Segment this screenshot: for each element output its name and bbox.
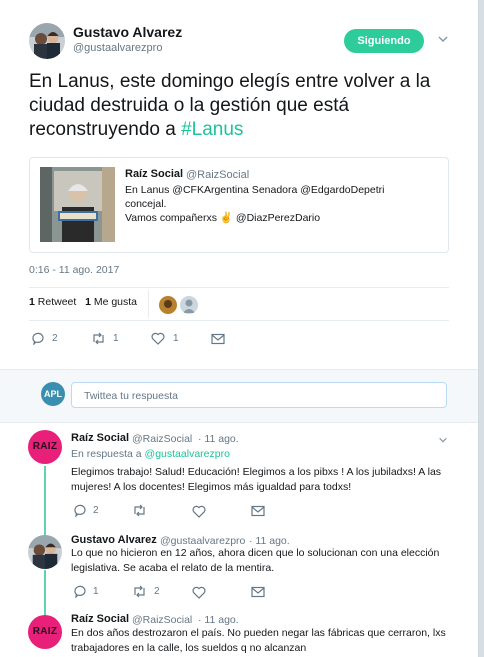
envelope-icon [251, 586, 265, 598]
quoted-tweet-text: En Lanus @CFKArgentina Senadora @Edgardo… [125, 183, 435, 225]
reply-author-name[interactable]: Raíz Social [71, 613, 129, 625]
author-handle[interactable]: @gustaalvarezpro [73, 42, 162, 54]
retweet-action-count: 1 [113, 333, 119, 344]
envelope-icon [211, 333, 225, 345]
heart-icon [192, 586, 206, 599]
like-action[interactable]: 1 [151, 332, 191, 346]
direct-message-action[interactable] [251, 586, 265, 598]
current-user-avatar[interactable]: APL [41, 382, 65, 406]
reply-avatar-raiz[interactable]: RAIZ [28, 615, 62, 649]
quoted-tweet-image[interactable] [40, 167, 115, 242]
reply-icon [74, 585, 86, 598]
like-action-count: 1 [173, 333, 179, 344]
reply-avatar-raiz[interactable]: RAIZ [28, 430, 62, 464]
replying-to-prefix: En respuesta a [71, 448, 145, 460]
hashtag-link[interactable]: #Lanus [181, 119, 243, 140]
like-count-label[interactable]: Me gusta [94, 296, 137, 308]
quoted-line-3: Vamos compañerxs ✌ @DiazPerezDario [125, 212, 321, 224]
direct-message-action[interactable] [211, 333, 225, 345]
tweet-text: En Lanus, este domingo elegís entre volv… [29, 70, 459, 142]
replying-to-link[interactable]: @gustaalvarezpro [145, 448, 230, 460]
retweet-icon [134, 504, 145, 517]
like-count[interactable]: 1 [85, 296, 91, 308]
retweet-action[interactable]: 1 [91, 332, 131, 346]
scrollbar-track[interactable] [479, 0, 484, 657]
quoted-author-handle[interactable]: @RaizSocial [186, 169, 249, 181]
retweet-icon [134, 585, 145, 598]
reply-avatar-gustavo[interactable] [28, 535, 62, 569]
stats-separator [148, 290, 149, 318]
quoted-line-2: concejal. [125, 198, 167, 210]
reply-author-handle[interactable]: @RaizSocial [132, 614, 192, 626]
reply-action[interactable]: 2 [31, 332, 71, 346]
reply-author-handle[interactable]: @RaizSocial [132, 433, 192, 445]
reply-count: 1 [93, 586, 99, 597]
reply-action[interactable]: 1 [73, 585, 113, 599]
author-name[interactable]: Gustavo Alvarez [73, 24, 182, 40]
quoted-line-1: En Lanus @CFKArgentina Senadora @Edgardo… [125, 184, 385, 196]
chevron-down-icon[interactable] [437, 33, 449, 48]
retweet-action[interactable] [132, 504, 162, 518]
reply-input[interactable]: Twittea tu respuesta [71, 382, 447, 408]
replying-to: En respuesta a @gustaalvarezpro [71, 448, 230, 460]
quoted-author-name[interactable]: Raíz Social [125, 168, 183, 180]
author-avatar[interactable] [29, 23, 65, 59]
reply-action[interactable]: 2 [73, 504, 113, 518]
tweet-modal: Gustavo Alvarez @gustaalvarezpro Siguien… [0, 0, 479, 657]
like-action[interactable] [192, 505, 222, 519]
divider [29, 287, 449, 288]
tweet-timestamp[interactable]: 0:16 - 11 ago. 2017 [29, 264, 119, 276]
retweet-count-label[interactable]: Retweet [38, 296, 77, 308]
retweet-action-count: 2 [154, 586, 160, 597]
retweet-action[interactable]: 2 [132, 585, 172, 599]
retweeter-avatar[interactable] [180, 296, 198, 314]
reply-icon [74, 504, 86, 517]
reply-count: 2 [93, 505, 99, 516]
thread-connector [44, 466, 46, 536]
retweet-icon [93, 332, 104, 345]
liker-avatar[interactable] [159, 296, 177, 314]
like-action[interactable] [192, 586, 222, 600]
reply-text: En dos años destrozaron el país. No pued… [71, 627, 446, 654]
direct-message-action[interactable] [251, 505, 265, 517]
chevron-down-icon[interactable] [438, 433, 448, 448]
reply-text: Elegimos trabajo! Salud! Educación! Eleg… [71, 466, 442, 493]
heart-icon [192, 505, 206, 518]
divider [29, 320, 449, 321]
thread-connector [44, 570, 46, 618]
following-button[interactable]: Siguiendo [344, 29, 424, 53]
reply-time[interactable]: · 11 ago. [198, 614, 239, 626]
engagement-stats: 1 Retweet 1 Me gusta [29, 296, 137, 308]
reply-count: 2 [52, 333, 58, 344]
reply-author-name[interactable]: Raíz Social [71, 432, 129, 444]
retweet-count[interactable]: 1 [29, 296, 35, 308]
quoted-tweet[interactable]: Raíz Social @RaizSocial En Lanus @CFKArg… [29, 157, 449, 253]
reply-time[interactable]: · 11 ago. [198, 433, 239, 445]
envelope-icon [251, 505, 265, 517]
reply-icon [32, 332, 44, 345]
reply-author-name[interactable]: Gustavo Alvarez [71, 534, 157, 546]
reply-text: Lo que no hicieron en 12 años, ahora dic… [71, 547, 440, 574]
heart-icon [151, 332, 165, 345]
reply-compose-area: APL Twittea tu respuesta [0, 369, 478, 423]
